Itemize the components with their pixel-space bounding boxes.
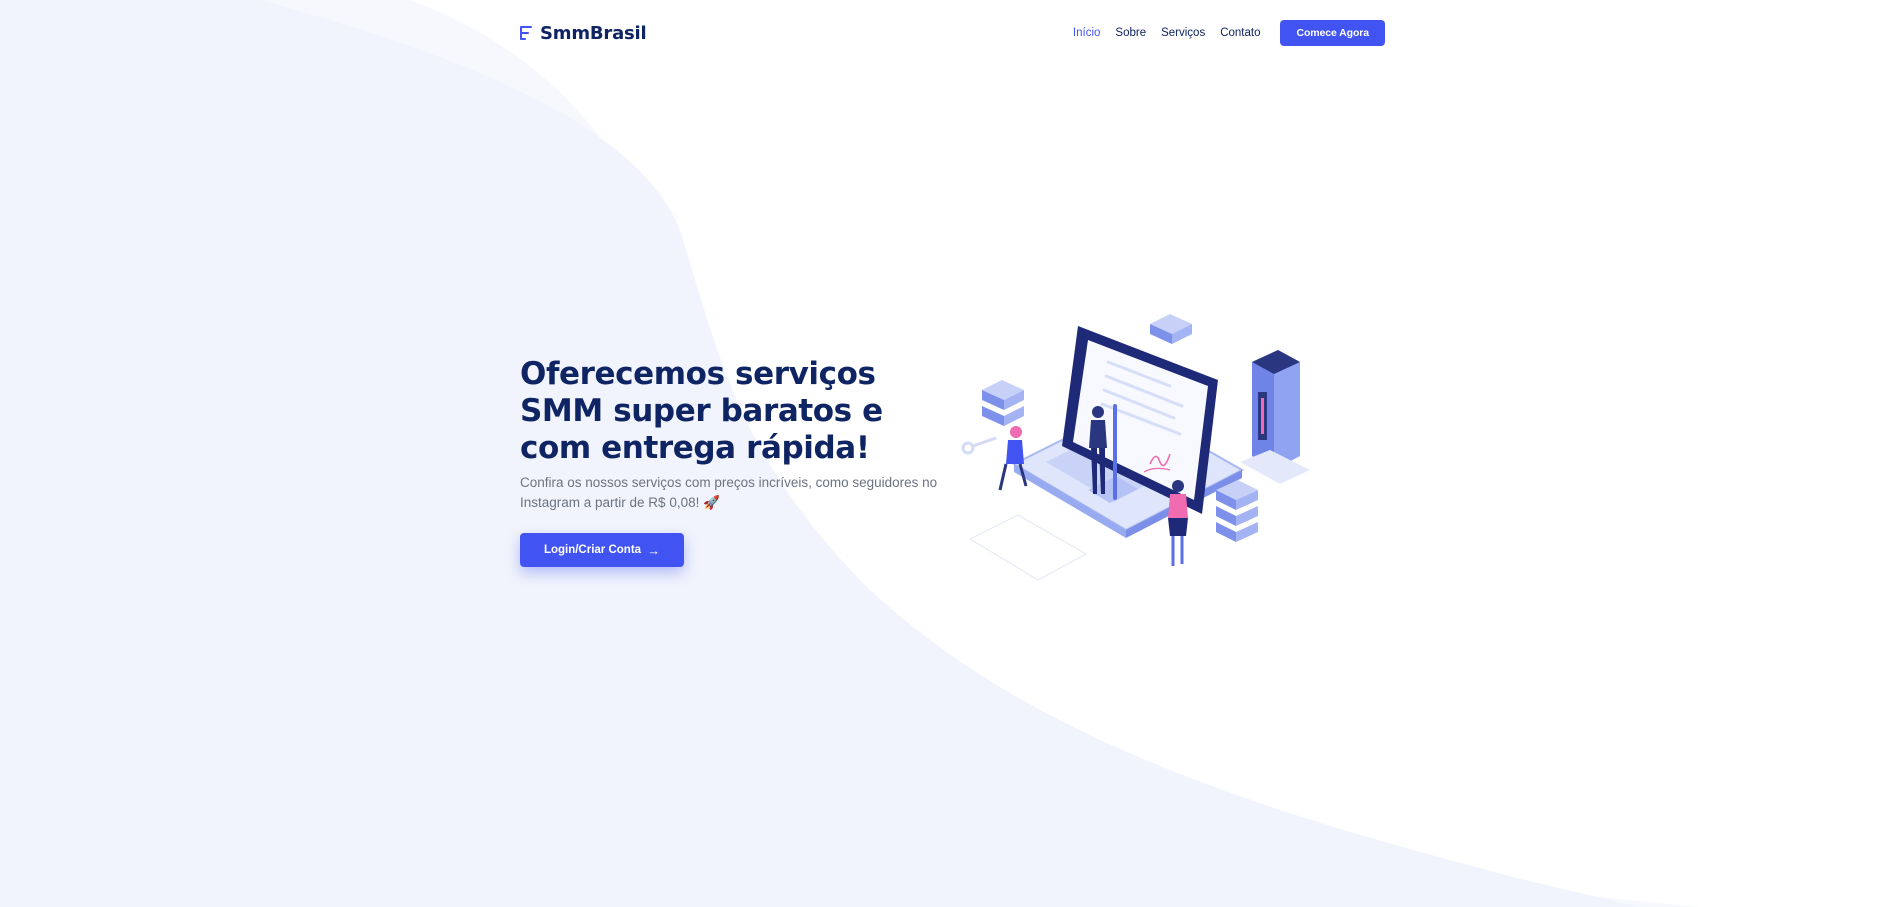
get-started-button[interactable]: Comece Agora	[1280, 20, 1385, 46]
isometric-laptop-illustration	[961, 314, 1310, 581]
main-nav: Início Sobre Serviços Contato Comece Ago…	[1058, 20, 1385, 46]
nav-link-inicio[interactable]: Início	[1073, 27, 1101, 39]
hero-subtitle: Confira os nossos serviços com preços in…	[520, 475, 938, 510]
top-navbar: SmmBrasil Início Sobre Serviços Contato …	[520, 18, 1385, 48]
menu-lines-icon	[520, 24, 534, 42]
login-create-account-button[interactable]: Login/Criar Conta →	[520, 533, 684, 567]
hero-title: Oferecemos serviços SMM super baratos e …	[520, 356, 883, 466]
nav-link-servicos[interactable]: Serviços	[1161, 27, 1205, 39]
login-button-label: Login/Criar Conta	[543, 544, 642, 556]
nav-link-sobre[interactable]: Sobre	[1115, 27, 1146, 39]
brand-name: SmmBrasil	[540, 22, 647, 44]
brand-logo[interactable]: SmmBrasil	[520, 22, 647, 44]
arrow-right-icon: →	[647, 542, 661, 558]
landing-page: SmmBrasil Início Sobre Serviços Contato …	[0, 0, 1901, 907]
nav-link-contato[interactable]: Contato	[1220, 27, 1260, 39]
hero-section: Oferecemos serviços SMM super baratos e …	[520, 356, 950, 567]
background-wave	[0, 0, 1700, 907]
